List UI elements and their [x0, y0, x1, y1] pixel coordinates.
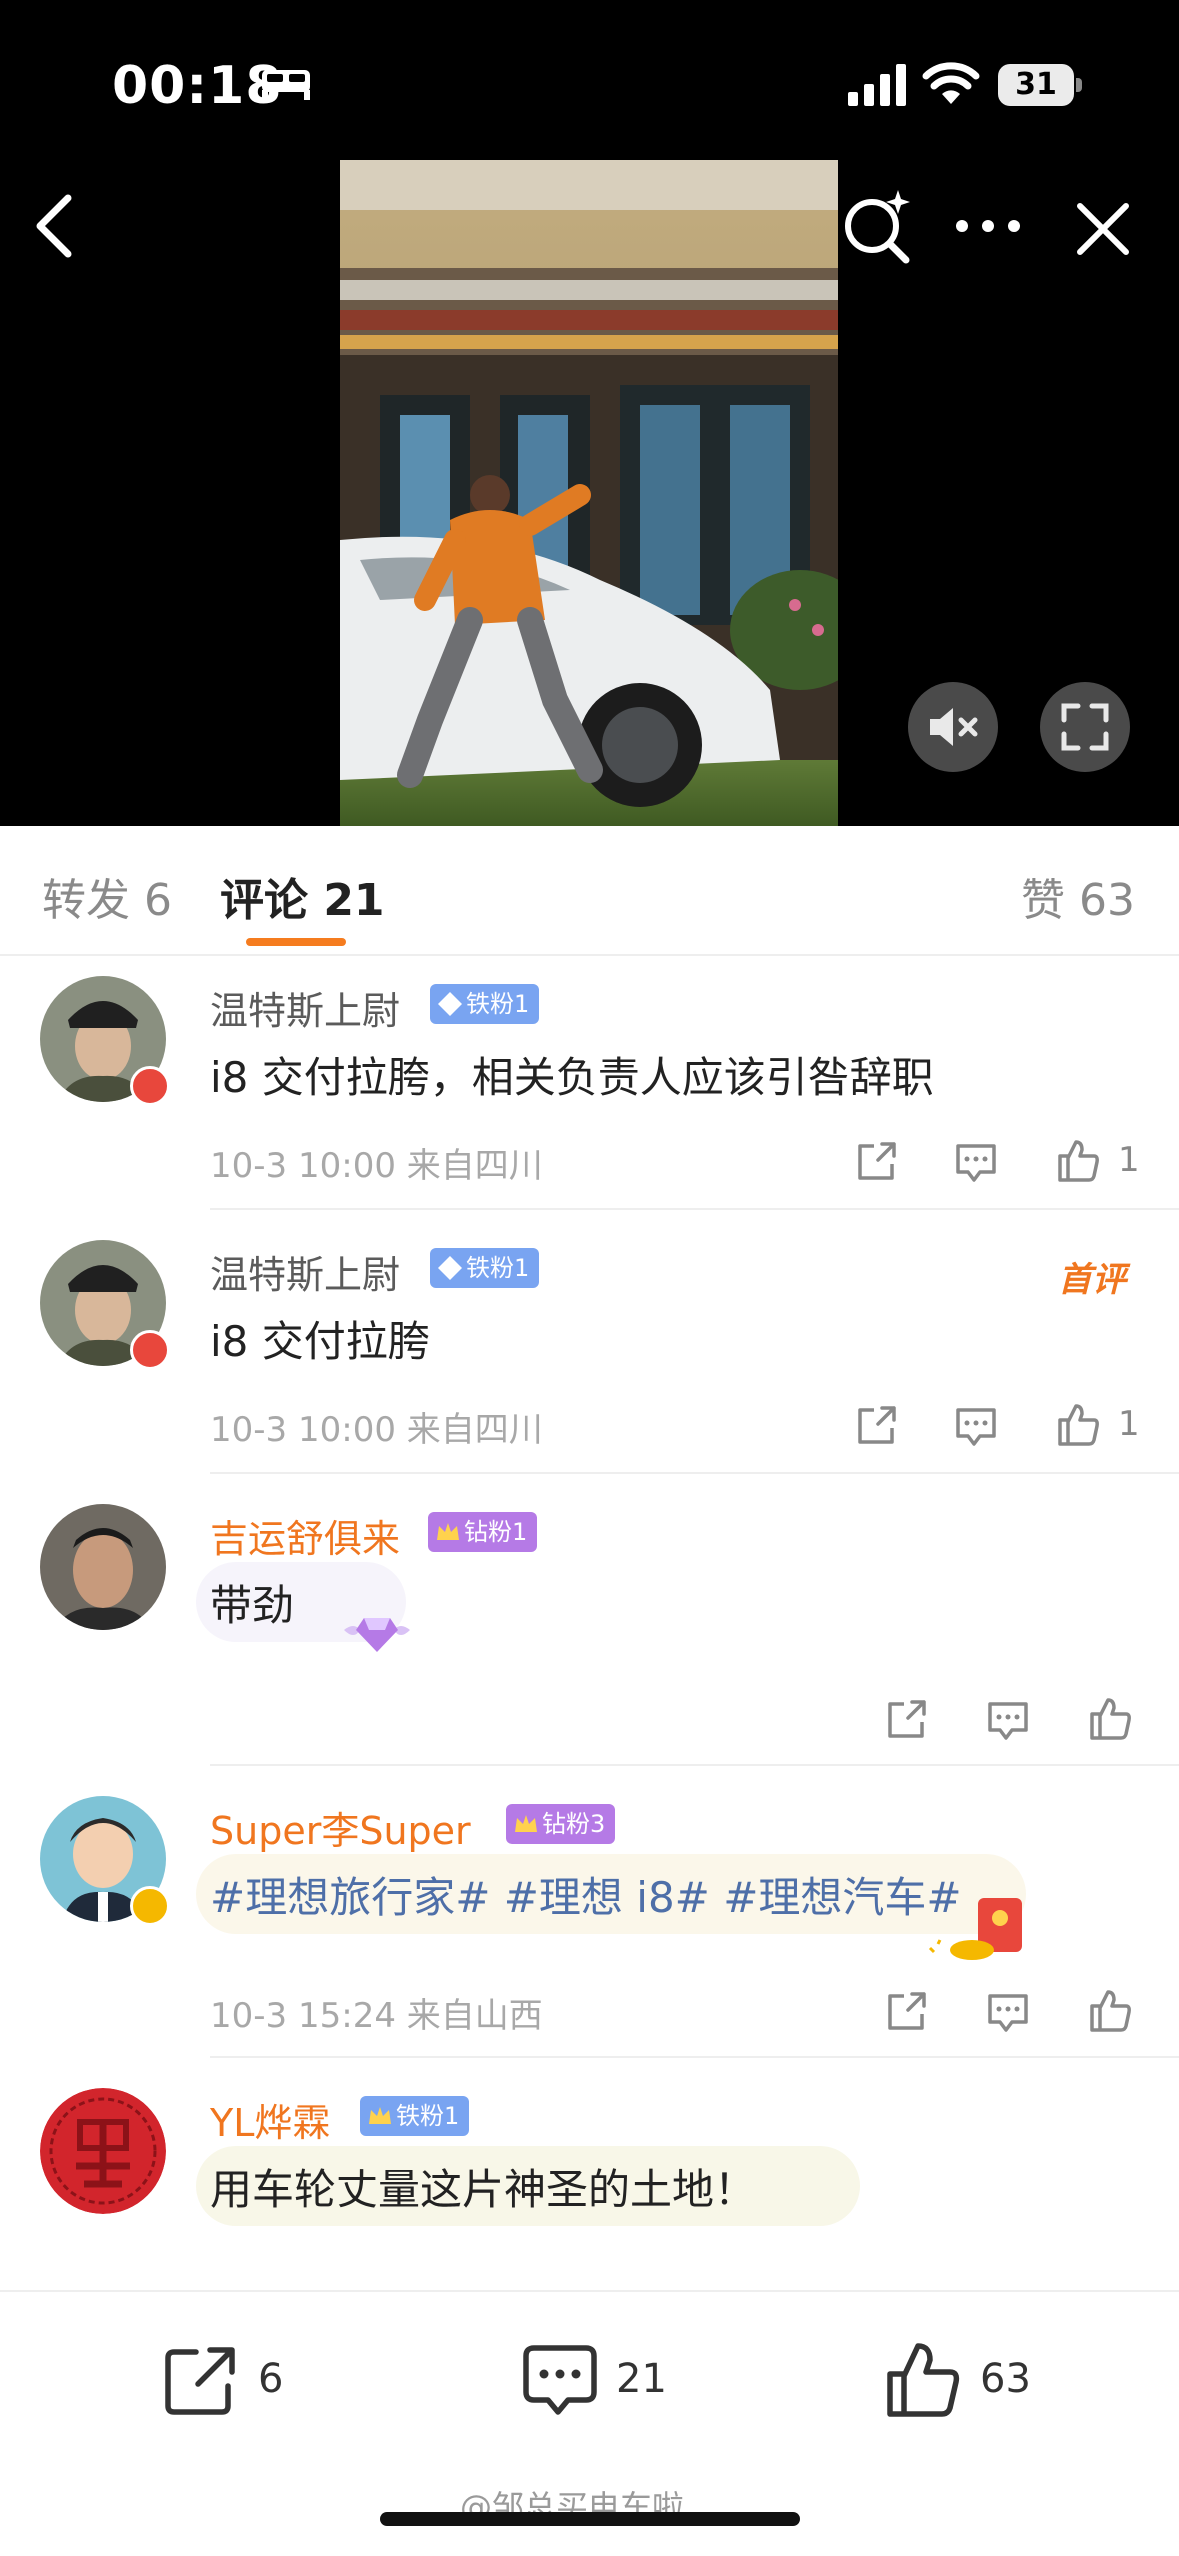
fan-level-tag: 钻粉1: [428, 1512, 538, 1552]
diamond-sticker-icon: [344, 1618, 410, 1652]
red-envelope-sticker-icon: [928, 1898, 1022, 1960]
comment-item: 吉运舒俱来 钻粉1 带劲: [0, 1484, 1179, 1766]
comment-text: i8 交付拉胯，相关负责人应该引咎辞职: [210, 1053, 934, 1102]
status-time: 00:18: [112, 56, 283, 116]
reply-icon[interactable]: [984, 1988, 1032, 2036]
reply-icon[interactable]: [952, 1138, 1000, 1186]
sleep-mode-icon: [262, 70, 310, 100]
divider: [210, 1208, 1179, 1210]
cellular-signal-icon: [848, 64, 906, 106]
comment-text: 用车轮丈量这片神圣的土地！: [210, 2165, 757, 2214]
comment-icon: [523, 2345, 597, 2415]
comment-item: YL烨霖 铁粉1 用车轮丈量这片神圣的土地！ 10-3 10:35 来自山西: [0, 2068, 1179, 2290]
home-indicator[interactable]: [380, 2512, 800, 2526]
avatar[interactable]: [40, 2088, 166, 2214]
diamond-icon: [438, 1256, 462, 1280]
crown-icon: [437, 1523, 459, 1540]
divider: [210, 1764, 1179, 1766]
first-comment-badge: 首评: [1058, 1260, 1126, 1300]
wifi-icon: [922, 62, 980, 104]
share-icon[interactable]: [882, 1988, 930, 2036]
comment-meta: 10-3 10:00 来自四川: [210, 1146, 543, 1186]
more-icon[interactable]: [952, 200, 1024, 252]
battery-indicator: 31: [998, 64, 1082, 106]
verified-badge: [130, 1066, 170, 1106]
comment-username[interactable]: Super李Super: [210, 1800, 471, 1855]
comment-text: i8 交付拉胯: [210, 1317, 430, 1366]
comment-username[interactable]: 温特斯上尉: [210, 1244, 400, 1299]
diamond-icon: [438, 992, 462, 1016]
avatar[interactable]: [40, 1504, 166, 1630]
like-count: 63: [980, 2356, 1031, 2402]
video-player[interactable]: 00:18 31: [0, 0, 1179, 826]
like-icon[interactable]: [1054, 1136, 1102, 1184]
comment-meta: 10-3 10:00 来自四川: [210, 1410, 543, 1450]
like-icon[interactable]: [1086, 1986, 1134, 2034]
comment-text[interactable]: #理想旅行家# #理想 i8# #理想汽车#: [210, 1864, 962, 1925]
share-icon[interactable]: [852, 1402, 900, 1450]
fan-level-tag: 铁粉1: [430, 1248, 540, 1288]
verified-badge: [130, 1330, 170, 1370]
comment-username[interactable]: 吉运舒俱来: [210, 1508, 400, 1563]
tab-repost[interactable]: 转发 6: [42, 864, 172, 928]
reply-icon[interactable]: [984, 1696, 1032, 1744]
like-count: 1: [1118, 1404, 1140, 1444]
comment-item: 温特斯上尉 铁粉1 首评 i8 交付拉胯 10-3 10:00 来自四川 1: [0, 1220, 1179, 1474]
fullscreen-button[interactable]: [1040, 682, 1130, 772]
repost-button[interactable]: 6: [162, 2332, 302, 2422]
fan-level-tag: 铁粉1: [360, 2096, 470, 2136]
comment-username[interactable]: YL烨霖: [210, 2092, 330, 2147]
tab-bar: 转发 6 评论 21 赞 63: [0, 826, 1179, 956]
like-button[interactable]: 63: [884, 2332, 1054, 2422]
comment-meta: 10-3 10:35 来自山西: [210, 2280, 543, 2290]
share-icon[interactable]: [852, 1138, 900, 1186]
share-icon: [165, 2347, 235, 2415]
ai-search-icon[interactable]: [838, 186, 918, 266]
fullscreen-icon: [1061, 703, 1109, 751]
close-icon[interactable]: [1070, 196, 1136, 262]
like-icon[interactable]: [1086, 1694, 1134, 1742]
like-icon: [887, 2343, 960, 2417]
comment-text: 带劲: [210, 1581, 295, 1630]
divider: [210, 1472, 1179, 1474]
comment-item: 温特斯上尉 铁粉1 i8 交付拉胯，相关负责人应该引咎辞职 10-3 10:00…: [0, 956, 1179, 1210]
tab-comment[interactable]: 评论 21: [220, 864, 385, 928]
fan-level-tag: 钻粉3: [506, 1804, 616, 1844]
active-tab-indicator: [246, 938, 346, 946]
video-thumbnail: [340, 160, 838, 826]
mute-button[interactable]: [908, 682, 998, 772]
crown-icon: [369, 2107, 391, 2124]
divider: [210, 2056, 1179, 2058]
comment-item: Super李Super 钻粉3 #理想旅行家# #理想 i8# #理想汽车# 1…: [0, 1776, 1179, 2058]
fan-level-tag: 铁粉1: [430, 984, 540, 1024]
repost-count: 6: [258, 2356, 284, 2402]
comment-username[interactable]: 温特斯上尉: [210, 980, 400, 1035]
comment-count: 21: [616, 2356, 667, 2402]
comment-button[interactable]: 21: [520, 2332, 680, 2422]
speaker-muted-icon: [930, 708, 978, 746]
reply-icon[interactable]: [952, 1402, 1000, 1450]
verified-badge: [130, 1886, 170, 1926]
crown-icon: [515, 1815, 537, 1832]
share-icon[interactable]: [882, 1696, 930, 1744]
comment-meta: 10-3 15:24 来自山西: [210, 1996, 543, 2036]
tab-like[interactable]: 赞 63: [1021, 864, 1135, 928]
like-icon[interactable]: [1054, 1400, 1102, 1448]
back-arrow-icon[interactable]: [28, 190, 80, 262]
like-count: 1: [1118, 1140, 1140, 1180]
